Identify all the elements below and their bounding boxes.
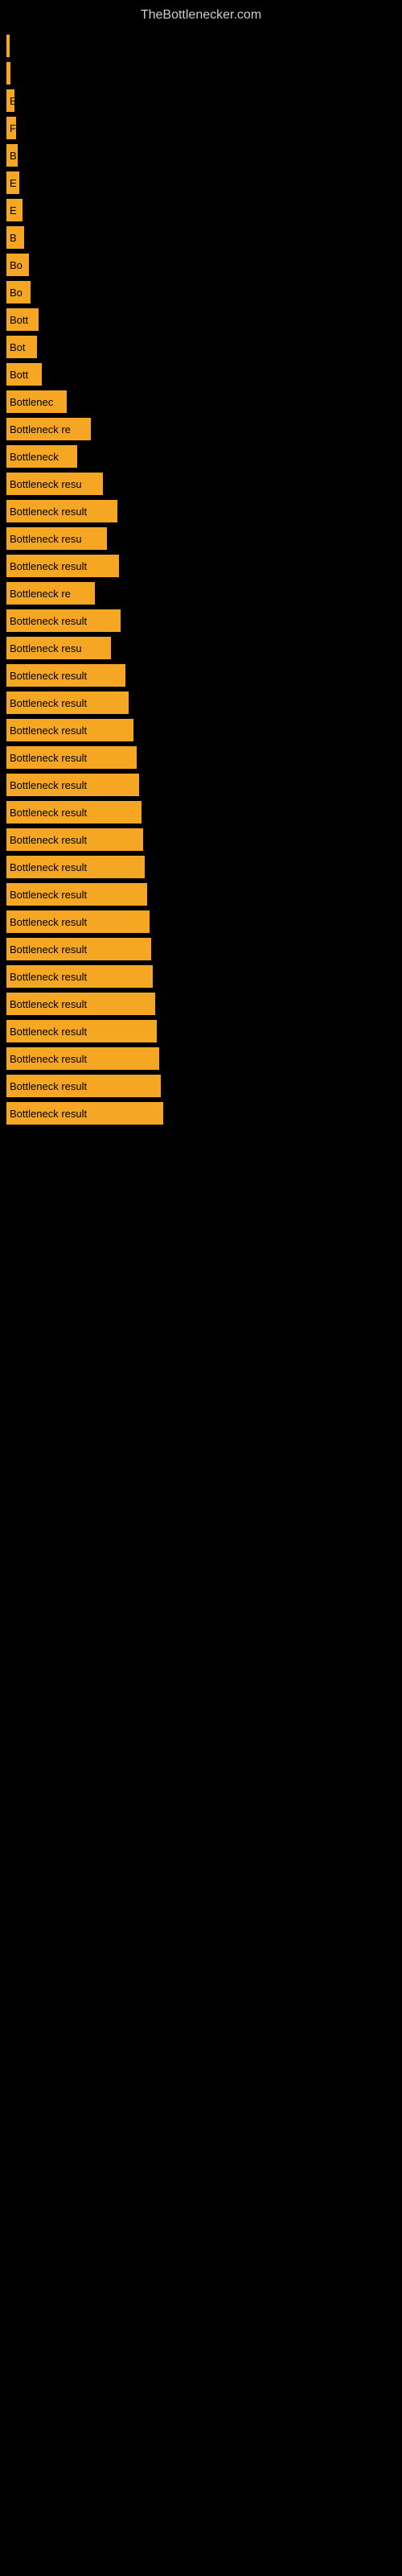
bar-34: Bottleneck result xyxy=(6,965,153,988)
bar-row: Bottleneck result xyxy=(0,719,402,741)
bar-row: Bottleneck result xyxy=(0,1047,402,1070)
bar-30: Bottleneck result xyxy=(6,856,145,878)
bar-row: Bottleneck resu xyxy=(0,473,402,495)
bar-31: Bottleneck result xyxy=(6,883,147,906)
bar-row: E xyxy=(0,199,402,221)
bar-row: Bottleneck result xyxy=(0,910,402,933)
bar-19: Bottleneck result xyxy=(6,555,119,577)
bar-38: Bottleneck result xyxy=(6,1075,161,1097)
bar-18: Bottleneck resu xyxy=(6,527,107,550)
bar-10: Bott xyxy=(6,308,39,331)
bar-row: Bot xyxy=(0,336,402,358)
bar-row: Bottleneck result xyxy=(0,883,402,906)
bar-row: Bottleneck xyxy=(0,445,402,468)
bar-4: B xyxy=(6,144,18,167)
bar-row: E xyxy=(0,89,402,112)
bar-row: F xyxy=(0,117,402,139)
bar-row: Bottleneck result xyxy=(0,828,402,851)
bar-row: Bottleneck result xyxy=(0,993,402,1015)
bar-22: Bottleneck resu xyxy=(6,637,111,659)
bar-row: Bo xyxy=(0,254,402,276)
site-title: TheBottlenecker.com xyxy=(0,0,402,27)
bar-1: | xyxy=(6,62,10,85)
bar-row: Bottleneck result xyxy=(0,609,402,632)
bar-row: Bottleneck resu xyxy=(0,637,402,659)
bar-8: Bo xyxy=(6,254,29,276)
bar-24: Bottleneck result xyxy=(6,691,129,714)
bar-6: E xyxy=(6,199,23,221)
bar-row: Bottlenec xyxy=(0,390,402,413)
bar-5: E xyxy=(6,171,19,194)
bar-16: Bottleneck resu xyxy=(6,473,103,495)
bar-row: Bott xyxy=(0,363,402,386)
bar-row: Bottleneck result xyxy=(0,664,402,687)
bar-13: Bottlenec xyxy=(6,390,67,413)
bar-37: Bottleneck result xyxy=(6,1047,159,1070)
bar-row: | xyxy=(0,62,402,85)
bar-21: Bottleneck result xyxy=(6,609,121,632)
bar-20: Bottleneck re xyxy=(6,582,95,605)
bar-row: Bottleneck result xyxy=(0,856,402,878)
bar-row: Bottleneck result xyxy=(0,1102,402,1125)
bar-35: Bottleneck result xyxy=(6,993,155,1015)
bars-container: ||EFBEEBBoBoBottBotBottBottlenecBottlene… xyxy=(0,27,402,1125)
bar-row: Bottleneck result xyxy=(0,801,402,824)
bar-15: Bottleneck xyxy=(6,445,77,468)
bar-row: Bottleneck result xyxy=(0,1020,402,1042)
bar-12: Bott xyxy=(6,363,42,386)
bar-26: Bottleneck result xyxy=(6,746,137,769)
bar-39: Bottleneck result xyxy=(6,1102,163,1125)
bar-33: Bottleneck result xyxy=(6,938,151,960)
bar-28: Bottleneck result xyxy=(6,801,142,824)
bar-row: Bottleneck result xyxy=(0,555,402,577)
bar-row: Bottleneck result xyxy=(0,691,402,714)
bar-row: B xyxy=(0,144,402,167)
bar-27: Bottleneck result xyxy=(6,774,139,796)
bar-7: B xyxy=(6,226,24,249)
bar-3: F xyxy=(6,117,16,139)
bar-29: Bottleneck result xyxy=(6,828,143,851)
bar-row: Bottleneck result xyxy=(0,500,402,522)
bar-row: Bottleneck resu xyxy=(0,527,402,550)
bar-36: Bottleneck result xyxy=(6,1020,157,1042)
bar-row: Bottleneck result xyxy=(0,938,402,960)
bar-row: Bottleneck result xyxy=(0,774,402,796)
bar-row: E xyxy=(0,171,402,194)
bar-25: Bottleneck result xyxy=(6,719,133,741)
bar-row: Bott xyxy=(0,308,402,331)
bar-9: Bo xyxy=(6,281,31,303)
bar-row: Bo xyxy=(0,281,402,303)
bar-row: | xyxy=(0,35,402,57)
bar-0: | xyxy=(6,35,10,57)
bar-row: Bottleneck re xyxy=(0,582,402,605)
bar-row: Bottleneck result xyxy=(0,965,402,988)
bar-row: Bottleneck result xyxy=(0,1075,402,1097)
bar-14: Bottleneck re xyxy=(6,418,91,440)
bar-row: Bottleneck result xyxy=(0,746,402,769)
bar-row: B xyxy=(0,226,402,249)
bar-2: E xyxy=(6,89,14,112)
bar-32: Bottleneck result xyxy=(6,910,150,933)
bar-11: Bot xyxy=(6,336,37,358)
bar-17: Bottleneck result xyxy=(6,500,117,522)
bar-23: Bottleneck result xyxy=(6,664,125,687)
bar-row: Bottleneck re xyxy=(0,418,402,440)
